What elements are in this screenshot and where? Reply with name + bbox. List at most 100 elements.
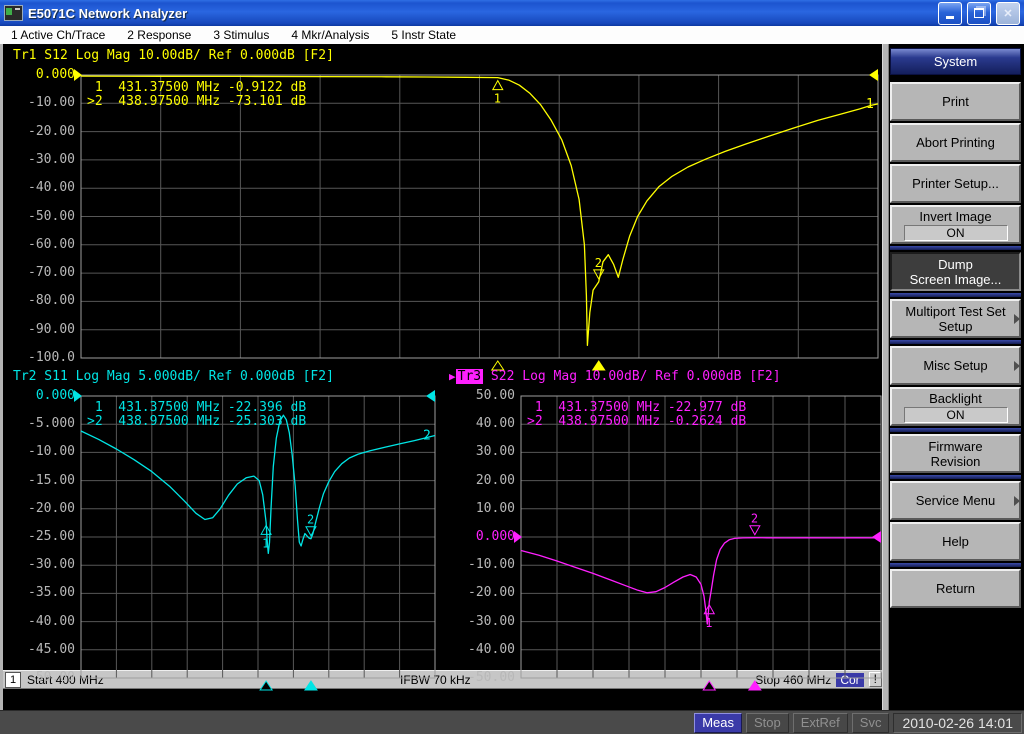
softkey-print[interactable]: Print — [890, 82, 1021, 121]
softkey-dump-screen-image[interactable]: Dump Screen Image... — [890, 252, 1021, 291]
y-axis-label: 0.000 — [35, 67, 75, 82]
softkey-label: Multiport Test Set Setup — [905, 303, 1006, 334]
submenu-arrow-icon — [1014, 313, 1020, 324]
softkey-service-menu[interactable]: Service Menu — [890, 481, 1021, 520]
softkey-multiport-test-set-setup[interactable]: Multiport Test Set Setup — [890, 299, 1021, 338]
y-axis-label: -5.000 — [28, 416, 75, 432]
softkey-label: Abort Printing — [916, 135, 995, 150]
taskbar-indicator-extref: ExtRef — [792, 712, 848, 733]
softkey-separator — [890, 475, 1021, 479]
trace-end-number: 2 — [423, 428, 431, 443]
softkey-misc-setup[interactable]: Misc Setup — [890, 346, 1021, 385]
softkey-printer-setup[interactable]: Printer Setup... — [890, 164, 1021, 203]
screen-sidebar-divider — [882, 44, 889, 710]
y-axis-label: -10.00 — [28, 444, 75, 460]
close-button[interactable]: ✕ — [996, 1, 1020, 25]
menu-item-5[interactable]: 5 Instr State — [380, 28, 467, 42]
y-axis-label: -30.00 — [468, 613, 515, 629]
submenu-arrow-icon — [1014, 360, 1020, 371]
svg-text:2: 2 — [307, 513, 314, 527]
softkey-abort-printing[interactable]: Abort Printing — [890, 123, 1021, 162]
y-axis-label: -50.00 — [468, 670, 515, 685]
softkey-firmware-revision[interactable]: Firmware Revision — [890, 434, 1021, 473]
softkey-separator — [890, 340, 1021, 344]
softkey-label: Dump Screen Image... — [909, 256, 1002, 287]
stimulus-marker-2-icon — [304, 680, 318, 691]
svg-text:1: 1 — [262, 536, 269, 550]
softkey-label: Backlight — [929, 390, 982, 406]
menu-item-2[interactable]: 2 Response — [116, 28, 202, 42]
menu-item-4[interactable]: 4 Mkr/Analysis — [280, 28, 380, 42]
trace-end-number: 1 — [866, 97, 874, 112]
chart-title-tr2: Tr2 S11 Log Mag 5.000dB/ Ref 0.000dB [F2… — [13, 369, 334, 384]
trace-badge: Tr2 — [13, 369, 37, 384]
softkey-label: Print — [942, 94, 969, 109]
y-axis-label: -70.00 — [28, 265, 75, 281]
marker-readout-tr2: 1 431.37500 MHz -22.396 dB >2 438.97500 … — [87, 400, 307, 429]
window-title: E5071C Network Analyzer — [28, 5, 188, 21]
ref-level-right-icon — [872, 531, 881, 543]
softkey-menu-title: System — [890, 48, 1021, 75]
instrument-taskbar: Meas Stop ExtRef Svc 2010-02-26 14:01 — [0, 710, 1024, 734]
toggle-state: ON — [903, 224, 1008, 241]
y-axis-label: 0.000 — [35, 388, 75, 403]
marker-readout-tr3: 1 431.37500 MHz -22.977 dB >2 438.97500 … — [527, 400, 747, 429]
minimize-button[interactable] — [938, 1, 962, 25]
y-axis-label: -50.00 — [28, 208, 75, 224]
taskbar-indicator-svc: Svc — [851, 712, 890, 733]
submenu-arrow-icon — [1014, 495, 1020, 506]
softkey-return[interactable]: Return — [890, 569, 1021, 608]
chart-title-tr3: ▶ Tr3 S22 Log Mag 10.00dB/ Ref 0.000dB [F… — [449, 369, 781, 384]
y-axis-label: -40.00 — [28, 180, 75, 196]
y-axis-label: -100.0 — [28, 350, 75, 365]
y-axis-label: 20.00 — [475, 472, 515, 488]
y-axis-label: -50.00 — [28, 670, 75, 685]
y-axis-label: 10.00 — [475, 500, 515, 516]
softkey-separator — [890, 563, 1021, 567]
trace-format-info: S11 Log Mag 5.000dB/ Ref 0.000dB [F2] — [36, 369, 334, 384]
plot-area-tr2: 1 2 2 — [74, 390, 436, 691]
softkey-backlight[interactable]: Backlight ON — [890, 387, 1021, 426]
window-controls: ✕ — [938, 1, 1024, 25]
stimulus-marker-2-icon — [747, 680, 762, 691]
menu-item-3[interactable]: 3 Stimulus — [202, 28, 280, 42]
softkey-label: Service Menu — [915, 493, 996, 508]
stimulus-marker-1-icon — [702, 680, 717, 691]
y-axis-label: -15.00 — [28, 472, 75, 488]
ref-level-right-icon — [869, 69, 878, 81]
y-axis-label: -10.00 — [28, 95, 75, 111]
y-axis-label: 0.000 — [475, 529, 515, 544]
y-axis-label: -60.00 — [28, 236, 75, 252]
taskbar-indicator-meas: Meas — [694, 712, 743, 733]
app-icon — [4, 5, 23, 21]
softkey-label: Printer Setup... — [912, 176, 999, 191]
softkey-sidebar: System Print Abort Printing Printer Setup.… — [889, 44, 1024, 710]
instrument-screen: 1 Start 400 MHz IFBW 70 kHz Stop 460 MHz Cor… — [0, 44, 885, 710]
toggle-state: ON — [903, 406, 1008, 423]
svg-text:1: 1 — [705, 616, 712, 630]
trace-format-info: S22 Log Mag 10.00dB/ Ref 0.000dB [F2] — [483, 369, 781, 384]
marker-2-icon — [592, 269, 605, 280]
y-axis-label: -80.00 — [28, 293, 75, 309]
trace-format-info: S12 Log Mag 10.00dB/ Ref 0.000dB [F2] — [36, 48, 334, 63]
y-axis-label: -20.00 — [28, 123, 75, 139]
y-axis-label: 40.00 — [475, 416, 515, 432]
softkey-help[interactable]: Help — [890, 522, 1021, 561]
y-axis-label: -90.00 — [28, 321, 75, 337]
trace-badge: Tr1 — [13, 48, 37, 63]
marker-2-icon — [749, 525, 761, 536]
svg-text:1: 1 — [494, 92, 501, 106]
y-axis-label: -40.00 — [468, 641, 515, 657]
softkey-invert-image[interactable]: Invert Image ON — [890, 205, 1021, 244]
active-trace-arrow-icon: ▶ — [449, 370, 456, 383]
marker-1-icon — [491, 79, 504, 91]
menu-item-1[interactable]: 1 Active Ch/Trace — [0, 28, 116, 42]
restore-button[interactable] — [967, 1, 991, 25]
network-analyzer-app: E5071C Network Analyzer ✕ 1 Active Ch/Tr… — [0, 0, 1024, 734]
y-axis-label: -30.00 — [28, 151, 75, 167]
softkey-label: Firmware Revision — [928, 438, 983, 469]
y-axis-label: 50.00 — [475, 388, 515, 403]
plot-area-tr1: 1 2 1 — [74, 69, 879, 371]
menubar: 1 Active Ch/Trace 2 Response 3 Stimulus 4 M… — [0, 26, 1024, 45]
y-axis-label: -25.00 — [28, 529, 75, 544]
